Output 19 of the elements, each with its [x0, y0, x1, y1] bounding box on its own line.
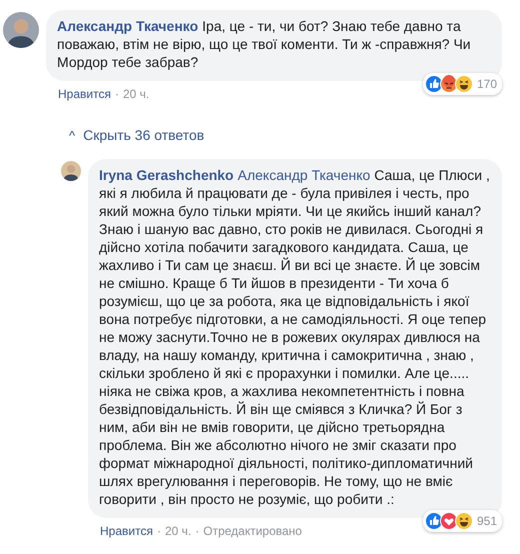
- reaction-count: 170: [476, 76, 497, 93]
- comment-text: Iryna Gerashchenko Александр Ткаченко Саша, це Плюси , які я любила й працювати де - була привілея і честь, про який можна було тільки мріяти. Чи це якийсь інший канал? Знаю і шаную вас давно, сто років не дивилася. Сьогодні я дійсно хотіла побачити загадкового кандидата. Саша, це жахливо і Ти сам це знаєш. Й ви всі це знаєте. Й це зовсім не смішно. Краще б Ти йшов в президенти - Ти хоча б розумієш, що це за робота, яка це відповідальність і якої вона потребує підготовки, а не самодіяльності. Я оце тепер не можу заснути.Точно не в рожевих окулярах дивлюся на владу, на нашу команду, критична і самокритична , знаю , скільки зроблено й які є прорахунки і помилки. Але це..... ніяка не свіжа кров, а жахлива некомпетентність і повна безвідповідальність. Й він ще сміявся з Кличка? Й Бог з ним, аби він не вмів говорити, це дійсно третьорядна проблема. Він же абсолютно нічого не зміг сказати про формат міжнародної діяльності, політико-дипломатичний шлях врегулювання і переговорів. Не тому, що не вміє говорити , він просто не розуміє, що робити .:: [99, 166, 490, 508]
- separator-dot: ·: [156, 524, 161, 538]
- laughing-face-icon: [454, 75, 473, 93]
- reaction-count: 951: [476, 513, 497, 530]
- comment-text: Александр Ткаченко Іра, це - ти, чи бот? Знаю тебе давно та поважаю, втім не вірю, що це твої коменти. Ти ж -справжня? Чи Мордор тебе забрав?: [57, 17, 472, 71]
- edited-label: Отредактировано: [203, 524, 302, 538]
- separator-dot: ·: [114, 87, 119, 101]
- mention-link[interactable]: Александр Ткаченко: [238, 167, 370, 183]
- like-link[interactable]: Нравится: [58, 87, 111, 101]
- separator-dot: ·: [195, 524, 200, 538]
- avatar[interactable]: [3, 12, 39, 48]
- author-name[interactable]: Iryna Gerashchenko: [99, 167, 234, 183]
- author-name[interactable]: Александр Ткаченко: [57, 18, 198, 34]
- like-link[interactable]: Нравится: [100, 524, 153, 538]
- laughing-face-icon: [454, 512, 473, 530]
- chevron-up-icon: ^: [69, 128, 76, 142]
- hide-replies-link[interactable]: ^ Скрыть 36 ответов: [69, 127, 502, 143]
- avatar[interactable]: [61, 161, 81, 181]
